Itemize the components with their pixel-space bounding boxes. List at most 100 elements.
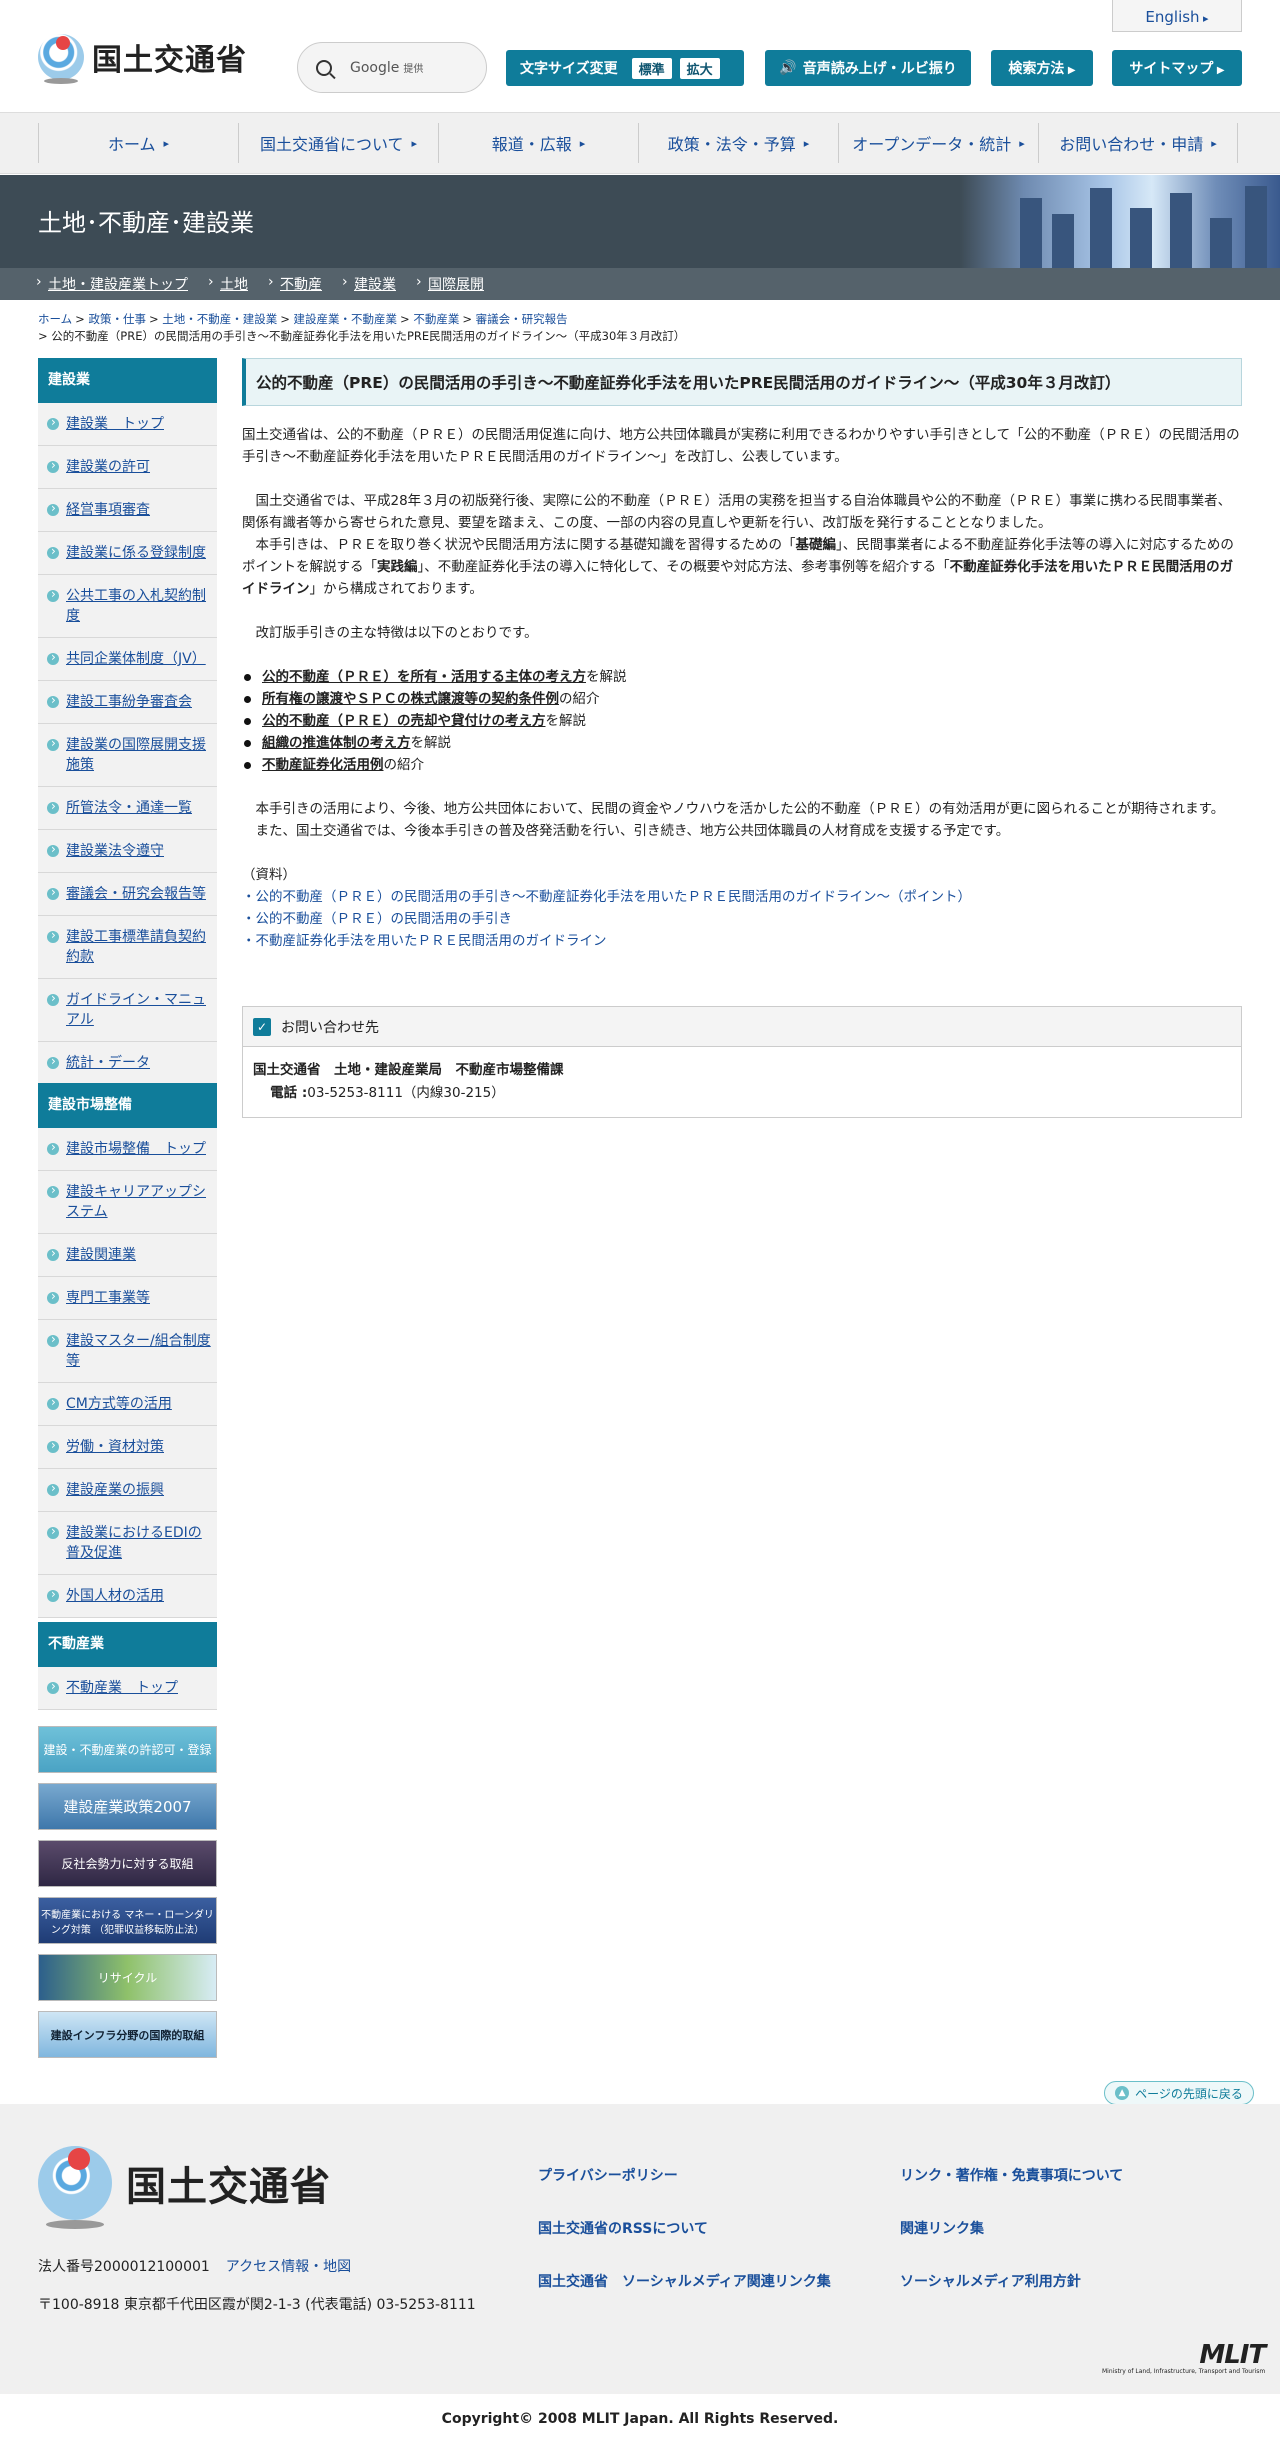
page-top-button[interactable]: ▲ ページの先頭に戻る: [1104, 2081, 1254, 2105]
sidebar-item[interactable]: 外国人材の活用: [38, 1575, 217, 1618]
sidebar-item[interactable]: 建設産業の振興: [38, 1469, 217, 1512]
sidebar-item[interactable]: ガイドライン・マニュアル: [38, 979, 217, 1042]
footer-logo[interactable]: 国土交通省: [38, 2146, 331, 2229]
sidebar-item[interactable]: 建設関連業: [38, 1234, 217, 1277]
font-large-button[interactable]: 拡大: [679, 57, 720, 79]
banner-label: 建設・不動産業の許認可・登録: [43, 1743, 212, 1757]
contact-tel-label: 電話 :: [270, 1085, 308, 1101]
search-method-button[interactable]: 検索方法: [991, 50, 1093, 86]
copyright: Copyright© 2008 MLIT Japan. All Rights R…: [441, 2411, 839, 2427]
sidebar-item[interactable]: CM方式等の活用: [38, 1383, 217, 1426]
banner-label: 不動産業における マネー・ローンダリング対策 （犯罪収益移転防止法）: [41, 1909, 214, 1936]
crumb-current: > 公的不動産（PRE）の民間活用の手引き～不動産証券化手法を用いたPRE民間活…: [38, 329, 686, 343]
footer-link-social-policy[interactable]: ソーシャルメディア利用方針: [900, 2271, 1081, 2291]
text: 公的不動産（ＰＲＥ）の売却や貸付けの考え方: [262, 713, 546, 729]
sitemap-button[interactable]: サイトマップ: [1112, 50, 1242, 86]
banner-label: 建設産業政策2007: [63, 1798, 192, 1816]
resource-link-guide[interactable]: ・公的不動産（ＰＲＥ）の民間活用の手引き: [242, 908, 1242, 930]
sidebar-head: 建設市場整備: [38, 1083, 217, 1128]
footer: 国土交通省 法人番号2000012100001 アクセス情報・地図 〒100-89…: [0, 2104, 1280, 2394]
banner-antisocial[interactable]: 反社会勢力に対する取組: [38, 1840, 217, 1887]
gnav-policy[interactable]: 政策・法令・予算: [638, 123, 838, 163]
crumb-realestate[interactable]: 不動産業: [413, 312, 459, 326]
banner-license[interactable]: 建設・不動産業の許認可・登録: [38, 1726, 217, 1773]
text: 基礎編: [795, 537, 837, 553]
features-list: 公的不動産（ＰＲＥ）を所有・活用する主体の考え方を解説 所有権の譲渡やＳＰＣの株…: [242, 666, 1242, 776]
subnav-top[interactable]: 土地・建設産業トップ: [36, 274, 188, 294]
footer-link-privacy[interactable]: プライバシーポリシー: [538, 2165, 678, 2185]
footer-link-social[interactable]: 国土交通省 ソーシャルメディア関連リンク集: [538, 2271, 831, 2291]
site-logo[interactable]: 国土交通省: [38, 34, 247, 84]
english-link[interactable]: English: [1112, 0, 1242, 32]
crumb-land[interactable]: 土地・不動産・建設業: [162, 312, 277, 326]
sidebar-item[interactable]: 統計・データ: [38, 1042, 217, 1085]
sidebar-item[interactable]: 専門工事業等: [38, 1277, 217, 1320]
banner-aml[interactable]: 不動産業における マネー・ローンダリング対策 （犯罪収益移転防止法）: [38, 1897, 217, 1944]
font-standard-button[interactable]: 標準: [631, 57, 672, 79]
text: 国土交通省では、平成28年３月の初版発行後、実際に公的不動産（ＰＲＥ）活用の実務…: [242, 493, 1232, 531]
search-icon[interactable]: [316, 59, 332, 76]
search-box[interactable]: Google 提供: [297, 42, 487, 93]
gnav-home[interactable]: ホーム: [38, 123, 238, 163]
sidebar-item[interactable]: 不動産業 トップ: [38, 1667, 217, 1710]
text: を解説: [545, 713, 587, 729]
sidebar-item[interactable]: 建設業法令遵守: [38, 830, 217, 873]
crumb-policy[interactable]: 政策・仕事: [88, 312, 146, 326]
sidebar-realestate: 不動産業 不動産業 トップ: [38, 1622, 217, 1710]
resource-link-points[interactable]: ・公的不動産（ＰＲＥ）の民間活用の手引き～不動産証券化手法を用いたＰＲＥ民間活用…: [242, 886, 1242, 908]
gnav-press[interactable]: 報道・広報: [438, 123, 638, 163]
contact-box: ✓ お問い合わせ先 国土交通省 土地・建設産業局 不動産市場整備課 電話 :03-…: [242, 1006, 1242, 1118]
crumb-council[interactable]: 審議会・研究報告: [476, 312, 568, 326]
text: の紹介: [559, 691, 600, 707]
sub-nav: 土地・建設産業トップ 土地 不動産 建設業 国際展開: [0, 268, 1280, 300]
sidebar-item[interactable]: 建設マスター/組合制度等: [38, 1320, 217, 1383]
sidebar-item[interactable]: 共同企業体制度（JV）: [38, 638, 217, 681]
sidebar-item[interactable]: 建設業の国際展開支援施策: [38, 724, 217, 787]
crumb-home[interactable]: ホーム: [38, 312, 72, 326]
sidebar-item[interactable]: 労働・資材対策: [38, 1426, 217, 1469]
subnav-realestate[interactable]: 不動産: [268, 274, 322, 294]
font-size-control: 文字サイズ変更 標準 拡大: [506, 50, 744, 86]
sidebar-item[interactable]: 経営事項審査: [38, 489, 217, 532]
sidebar-item[interactable]: 建設業 トップ: [38, 403, 217, 446]
sidebar-item[interactable]: 建設市場整備 トップ: [38, 1128, 217, 1171]
sidebar-item[interactable]: 建設業の許可: [38, 446, 217, 489]
footer-link-copyright[interactable]: リンク・著作権・免責事項について: [900, 2165, 1123, 2185]
resources-label: （資料）: [242, 867, 296, 883]
footer-link-related[interactable]: 関連リンク集: [900, 2218, 984, 2238]
mlit-logo-icon: [38, 2146, 112, 2229]
corporate-number: 法人番号2000012100001 アクセス情報・地図: [38, 2256, 351, 2276]
text: また、国土交通省では、今後本手引きの普及啓発活動を行い、引き続き、地方公共団体職…: [242, 823, 1010, 839]
subnav-land[interactable]: 土地: [208, 274, 248, 294]
sidebar-item[interactable]: 所管法令・通達一覧: [38, 787, 217, 830]
gnav-opendata[interactable]: オープンデータ・統計: [838, 123, 1038, 163]
access-link[interactable]: アクセス情報・地図: [226, 2259, 351, 2275]
sidebar-item[interactable]: 建設業に係る登録制度: [38, 532, 217, 575]
features-intro: 改訂版手引きの主な特徴は以下のとおりです。: [242, 625, 538, 641]
search-method-label: 検索方法: [1008, 58, 1075, 78]
voice-reading-button[interactable]: 🔊 音声読み上げ・ルビ振り: [765, 50, 971, 86]
sidebar-item[interactable]: 建設工事紛争審査会: [38, 681, 217, 724]
sidebar-item[interactable]: 建設キャリアアップシステム: [38, 1171, 217, 1234]
text: を解説: [410, 735, 452, 751]
contact-org: 国土交通省 土地・建設産業局 不動産市場整備課: [253, 1062, 564, 1078]
gnav-about[interactable]: 国土交通省について: [238, 123, 438, 163]
resource-link-guideline[interactable]: ・不動産証券化手法を用いたＰＲＥ民間活用のガイドライン: [242, 930, 1242, 952]
footer-link-rss[interactable]: 国土交通省のRSSについて: [538, 2218, 708, 2238]
banner-policy2007[interactable]: 建設産業政策2007: [38, 1783, 217, 1830]
check-icon: ✓: [253, 1017, 271, 1036]
sidebar-item[interactable]: 公共工事の入札契約制度: [38, 575, 217, 638]
footer-logo-text: 国土交通省: [126, 2164, 331, 2210]
banner-international[interactable]: 建設インフラ分野の国際的取組: [38, 2011, 217, 2058]
sidebar-item[interactable]: 審議会・研究会報告等: [38, 873, 217, 916]
sidebar-item[interactable]: 建設工事標準請負契約約款: [38, 916, 217, 979]
subnav-international[interactable]: 国際展開: [416, 274, 484, 294]
gnav-contact[interactable]: お問い合わせ・申請: [1038, 123, 1238, 163]
banner-recycle[interactable]: リサイクル: [38, 1954, 217, 2001]
text: 本手引きの活用により、今後、地方公共団体において、民間の資金やノウハウを活かした…: [242, 801, 1225, 817]
subnav-construction[interactable]: 建設業: [342, 274, 396, 294]
list-item: 公的不動産（ＰＲＥ）を所有・活用する主体の考え方を解説: [242, 666, 1242, 688]
page-top-label: ページの先頭に戻る: [1135, 2086, 1243, 2101]
sidebar-item[interactable]: 建設業におけるEDIの普及促進: [38, 1512, 217, 1575]
crumb-industry[interactable]: 建設産業・不動産業: [294, 312, 398, 326]
